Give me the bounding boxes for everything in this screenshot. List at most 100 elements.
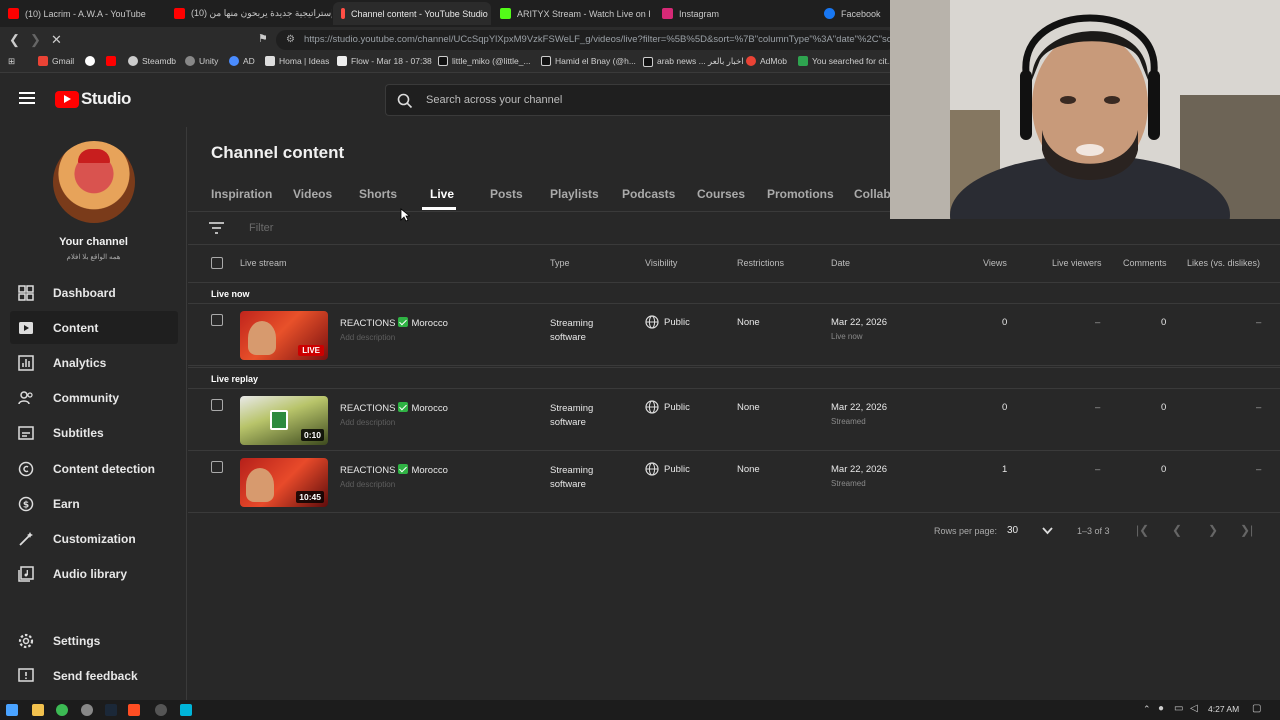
search-bar[interactable]: Search across your channel — [385, 84, 890, 116]
col-live-viewers[interactable]: Live viewers — [1052, 258, 1102, 268]
url-field[interactable]: ⚙ https://studio.youtube.com/channel/UCc… — [276, 30, 896, 50]
add-description[interactable]: Add description — [340, 333, 448, 342]
browser-tab[interactable]: Instagram — [654, 2, 810, 25]
visibility-cell[interactable]: Public — [645, 315, 690, 329]
video-title-cell[interactable]: REACTIONS Morocco Add description — [340, 317, 448, 342]
volume-icon[interactable]: ◁ — [1190, 703, 1198, 714]
app-icon[interactable] — [180, 704, 192, 716]
col-live-stream[interactable]: Live stream — [240, 258, 287, 268]
tab-playlists[interactable]: Playlists — [550, 187, 599, 201]
settings-app-icon[interactable] — [81, 704, 93, 716]
file-explorer-icon[interactable] — [32, 704, 44, 716]
tab-videos[interactable]: Videos — [293, 187, 332, 201]
row-checkbox[interactable] — [211, 461, 223, 473]
col-comments[interactable]: Comments — [1123, 258, 1167, 268]
search-input[interactable]: Search across your channel — [426, 94, 562, 106]
site-info-icon[interactable]: ⚙ — [286, 30, 295, 50]
tray-chevron-icon[interactable]: ⌃ — [1143, 704, 1151, 715]
browser-tab[interactable]: (10) إستراتيجية جديدة يربحون منها من — [166, 2, 332, 25]
chevron-down-icon[interactable] — [1042, 527, 1053, 535]
bookmark-tiktok-2[interactable]: Hamid el Bnay (@h... — [541, 56, 636, 66]
next-page-icon[interactable]: ❯ — [1208, 523, 1218, 537]
brave-icon[interactable] — [128, 704, 140, 716]
nav-dashboard[interactable]: Dashboard — [10, 276, 178, 309]
col-type[interactable]: Type — [550, 258, 570, 268]
tab-promotions[interactable]: Promotions — [767, 187, 834, 201]
row-checkbox[interactable] — [211, 399, 223, 411]
table-row[interactable]: 10:45 REACTIONS Morocco Add description S… — [188, 451, 1280, 513]
notifications-icon[interactable]: ▢ — [1252, 703, 1261, 714]
prev-page-icon[interactable]: ❮ — [1172, 523, 1182, 537]
visibility-cell[interactable]: Public — [645, 462, 690, 476]
tab-shorts[interactable]: Shorts — [359, 187, 397, 201]
video-thumbnail[interactable]: 0:10 — [240, 396, 328, 445]
hamburger-menu-icon[interactable] — [19, 92, 35, 104]
add-description[interactable]: Add description — [340, 480, 448, 489]
video-thumbnail[interactable]: 10:45 — [240, 458, 328, 507]
bookmark-ad[interactable]: AD — [229, 56, 255, 66]
steam-icon[interactable] — [105, 704, 117, 716]
last-page-icon[interactable]: ❯| — [1240, 523, 1253, 537]
nav-content[interactable]: Content — [10, 311, 178, 344]
col-restrictions[interactable]: Restrictions — [737, 258, 784, 268]
close-loading-icon[interactable]: ✕ — [51, 32, 62, 48]
channel-avatar[interactable] — [53, 141, 135, 223]
col-likes[interactable]: Likes (vs. dislikes) — [1187, 258, 1260, 268]
first-page-icon[interactable]: |❮ — [1136, 523, 1149, 537]
bookmark-homa[interactable]: Homa | Ideas — [265, 56, 329, 66]
obs-icon[interactable] — [155, 704, 167, 716]
filter-input[interactable]: Filter — [249, 222, 273, 234]
col-visibility[interactable]: Visibility — [645, 258, 677, 268]
browser-tab-active[interactable]: Channel content - YouTube Studio✕ — [333, 2, 491, 25]
nav-analytics[interactable]: Analytics — [10, 346, 178, 379]
windows-start-icon[interactable] — [6, 704, 18, 716]
youtube-bookmark-icon[interactable] — [106, 56, 120, 66]
table-row[interactable]: LIVE REACTIONS Morocco Add description St… — [188, 304, 1280, 366]
back-icon[interactable]: ❮ — [9, 32, 20, 48]
network-icon[interactable]: ▭ — [1174, 703, 1183, 714]
col-date[interactable]: Date — [831, 258, 850, 268]
studio-logo[interactable]: Studio — [55, 89, 131, 109]
bookmark-search[interactable]: You searched for cit... — [798, 56, 894, 66]
microphone-icon[interactable]: ● — [1158, 703, 1164, 714]
col-views[interactable]: Views — [983, 258, 1007, 268]
row-checkbox[interactable] — [211, 314, 223, 326]
bookmark-flow[interactable]: Flow - Mar 18 - 07:38 — [337, 56, 432, 66]
nav-community[interactable]: Community — [10, 381, 178, 414]
browser-tab[interactable]: (10) Lacrim - A.W.A - YouTube — [0, 2, 165, 25]
clock[interactable]: 4:27 AM — [1208, 704, 1239, 714]
google-icon[interactable] — [85, 56, 99, 66]
tab-podcasts[interactable]: Podcasts — [622, 187, 675, 201]
browser-tab[interactable]: ARITYX Stream - Watch Live on K — [492, 2, 650, 25]
tab-live[interactable]: Live — [430, 187, 454, 201]
tab-inspiration[interactable]: Inspiration — [211, 187, 272, 201]
rows-per-page-select[interactable]: 30 — [1007, 525, 1018, 536]
nav-settings[interactable]: Settings — [10, 624, 178, 657]
nav-send-feedback[interactable]: Send feedback — [10, 659, 178, 692]
select-all-checkbox[interactable] — [211, 257, 223, 269]
add-description[interactable]: Add description — [340, 418, 448, 427]
filter-icon[interactable] — [209, 222, 224, 234]
bookmark-steamdb[interactable]: Steamdb — [128, 56, 176, 66]
bookmark-icon[interactable]: ⚑ — [258, 32, 268, 45]
nav-subtitles[interactable]: Subtitles — [10, 416, 178, 449]
chrome-icon[interactable] — [56, 704, 68, 716]
bookmark-tiktok-3[interactable]: arab news ... اخبار بالعر — [643, 56, 744, 67]
nav-audio-library[interactable]: Audio library — [10, 557, 178, 590]
bookmark-tiktok-1[interactable]: little_miko (@little_... — [438, 56, 531, 66]
browser-tab[interactable]: Facebook — [816, 2, 890, 25]
nav-earn[interactable]: $ Earn — [10, 487, 178, 520]
video-title-cell[interactable]: REACTIONS Morocco Add description — [340, 402, 448, 427]
bookmark-unity[interactable]: Unity — [185, 56, 218, 66]
bookmark-gmail[interactable]: Gmail — [38, 56, 74, 66]
tab-courses[interactable]: Courses — [697, 187, 745, 201]
visibility-cell[interactable]: Public — [645, 400, 690, 414]
bookmark-admob[interactable]: AdMob — [746, 56, 787, 66]
tab-posts[interactable]: Posts — [490, 187, 523, 201]
video-thumbnail[interactable]: LIVE — [240, 311, 328, 360]
apps-icon[interactable]: ⊞ — [8, 56, 15, 67]
forward-icon[interactable]: ❯ — [30, 32, 41, 48]
video-title-cell[interactable]: REACTIONS Morocco Add description — [340, 464, 448, 489]
table-row[interactable]: 0:10 REACTIONS Morocco Add description St… — [188, 389, 1280, 451]
nav-content-detection[interactable]: Content detection — [10, 452, 178, 485]
